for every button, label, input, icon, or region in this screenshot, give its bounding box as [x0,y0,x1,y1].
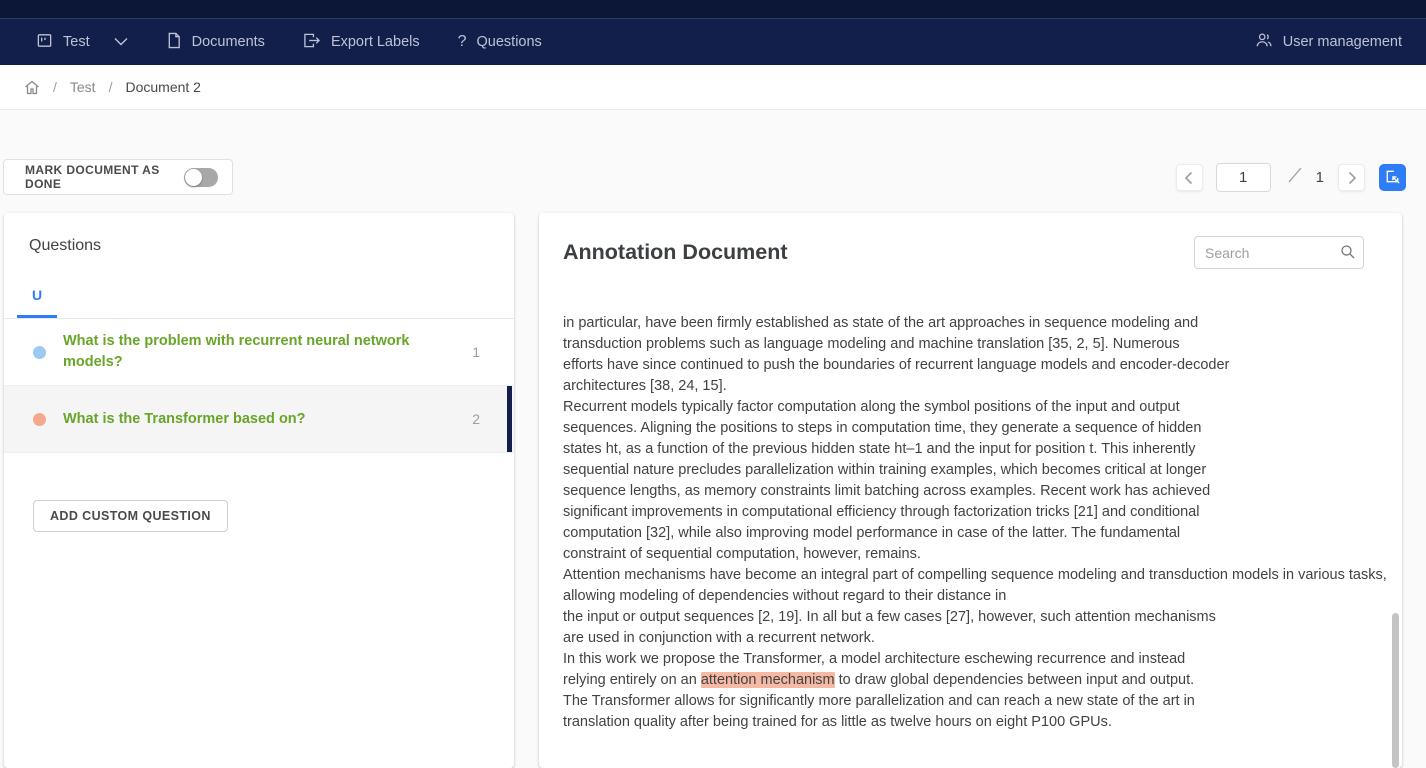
nav-item-questions[interactable]: ? Questions [446,19,554,66]
nav-item-project[interactable]: Test [24,19,140,66]
selected-indicator-bar [507,386,512,452]
nav-item-export-labels[interactable]: Export Labels [291,19,432,66]
breadcrumb-separator: / [53,79,57,95]
document-line: efforts have since continued to push the… [563,355,1390,376]
document-line: sequences. Aligning the positions to ste… [563,418,1390,439]
navbar-left: Test Documents [24,19,554,66]
questions-panel-title: Questions [4,213,514,255]
project-board-icon [36,32,53,53]
tab-u[interactable]: U [17,277,57,318]
document-line: states ht, as a function of the previous… [563,439,1390,460]
question-number: 2 [472,411,494,427]
nav-item-label: Documents [192,34,265,50]
breadcrumb: / Test / Document 2 [0,65,1426,110]
document-icon [166,32,182,53]
document-line: architectures [38, 24, 15]. [563,376,1390,397]
question-text: What is the problem with recurrent neura… [63,331,428,373]
users-icon [1255,32,1273,52]
slash-icon [1286,165,1304,190]
question-list: What is the problem with recurrent neura… [4,319,514,453]
document-line: The Transformer allows for significantly… [563,691,1390,712]
next-page-button[interactable] [1338,164,1365,191]
document-line: Recurrent models typically factor comput… [563,397,1390,418]
nav-item-label: Test [63,34,90,50]
document-line: In this work we propose the Transformer,… [563,649,1390,670]
document-line: allowing modeling of dependencies withou… [563,586,1390,607]
document-line: transduction problems such as language m… [563,334,1390,355]
document-scrollbar-thumb[interactable] [1392,613,1399,768]
chevron-down-icon [114,34,128,50]
toggle-knob [185,169,202,186]
main-navbar: Test Documents [0,18,1426,65]
document-line: the input or output sequences [2, 19]. I… [563,607,1390,628]
document-line: significant improvements in computationa… [563,502,1390,523]
document-line: sequence lengths, as memory constraints … [563,481,1390,502]
top-strip [0,0,1426,18]
document-line: translation quality after being trained … [563,712,1390,733]
select-text-button[interactable] [1379,164,1406,191]
question-number: 1 [472,344,494,360]
search-icon[interactable] [1340,244,1356,265]
page-number-input[interactable] [1216,163,1271,192]
nav-item-user-management[interactable]: User management [1255,32,1402,52]
select-text-icon [1384,168,1401,188]
mark-done-label: MARK DOCUMENT AS DONE [25,163,184,191]
document-line: computation [32], while also improving m… [563,523,1390,544]
document-line: sequential nature precludes parallelizat… [563,460,1390,481]
question-color-dot [33,346,46,359]
user-management-label: User management [1283,34,1402,50]
document-text[interactable]: in particular, have been firmly establis… [563,313,1390,733]
question-row[interactable]: What is the Transformer based on? 2 [4,386,514,453]
question-color-dot [33,413,46,426]
nav-item-documents[interactable]: Documents [154,19,277,66]
question-mark-icon: ? [458,33,467,51]
document-line: relying entirely on an attention mechani… [563,670,1390,691]
export-icon [303,32,321,53]
questions-tabs: U [4,277,514,319]
search-box [1194,236,1364,269]
pagination-controls: 1 [1176,163,1406,192]
search-input[interactable] [1194,236,1364,269]
mark-done-card: MARK DOCUMENT AS DONE [3,159,233,195]
document-line: are used in conjunction with a recurrent… [563,628,1390,649]
questions-panel: Questions U What is the problem with rec… [4,213,514,768]
nav-item-label: Questions [477,34,542,50]
previous-page-button[interactable] [1176,164,1203,191]
document-line: Attention mechanisms have become an inte… [563,565,1390,586]
nav-item-label: Export Labels [331,34,420,50]
home-icon[interactable] [24,80,40,95]
highlighted-span[interactable]: attention mechanism [701,672,835,688]
document-line: constraint of sequential computation, ho… [563,544,1390,565]
app-window: Test Documents [0,0,1426,768]
question-row[interactable]: What is the problem with recurrent neura… [4,319,514,386]
annotation-document-panel: Annotation Document in particular, have … [539,213,1402,768]
breadcrumb-item-test[interactable]: Test [70,79,96,95]
question-text: What is the Transformer based on? [63,409,428,430]
breadcrumb-separator: / [109,79,113,95]
add-custom-question-button[interactable]: ADD CUSTOM QUESTION [33,500,228,532]
document-panel-title: Annotation Document [563,240,788,265]
mark-done-toggle[interactable] [184,168,218,187]
document-panel-header: Annotation Document [539,213,1402,269]
breadcrumb-item-current: Document 2 [125,79,200,95]
document-line: in particular, have been firmly establis… [563,313,1390,334]
total-pages: 1 [1316,169,1324,186]
